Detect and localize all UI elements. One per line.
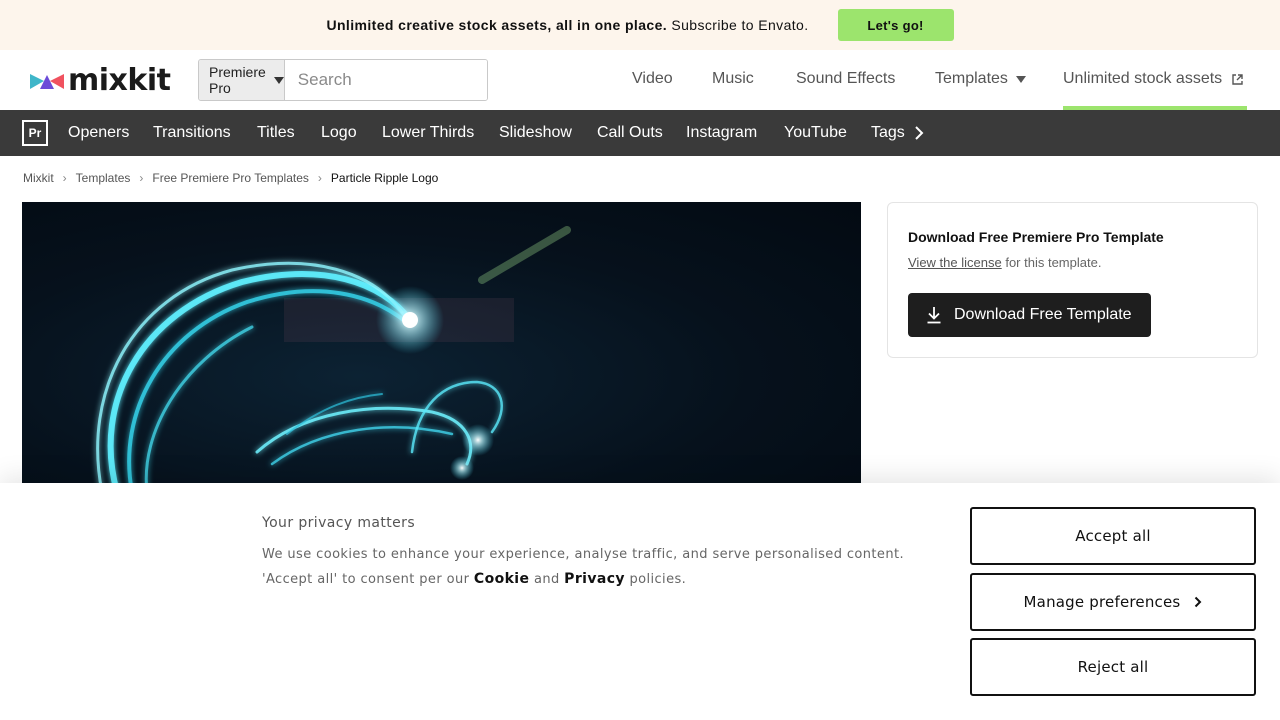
site-header: mixkit Premiere Pro Video Music Sound Ef… [0,50,1280,110]
download-card: Download Free Premiere Pro Template View… [887,202,1258,358]
promo-text: Unlimited creative stock assets, all in … [326,17,808,33]
nav-video[interactable]: Video [632,70,673,88]
category-bar: Pr Openers Transitions Titles Logo Lower… [0,110,1280,156]
view-license-link[interactable]: View the license [908,255,1002,270]
lets-go-button[interactable]: Let's go! [837,9,954,41]
category-instagram[interactable]: Instagram [686,124,757,142]
breadcrumb-mixkit[interactable]: Mixkit [23,171,54,185]
license-tail: for this template. [1005,255,1102,270]
search-bar: Premiere Pro [198,59,488,101]
cookie-banner: Your privacy matters We use cookies to e… [0,483,1280,720]
nav-music[interactable]: Music [712,70,754,88]
breadcrumb: Mixkit › Templates › Free Premiere Pro T… [23,171,438,185]
chevron-right-icon: › [317,171,322,185]
mixkit-logo-icon [30,74,64,89]
accept-all-button[interactable]: Accept all [970,507,1256,565]
chevron-right-icon[interactable] [913,124,925,142]
breadcrumb-templates[interactable]: Templates [76,171,131,185]
download-free-template-button[interactable]: Download Free Template [908,293,1151,337]
chevron-right-icon [1195,596,1202,608]
manage-preferences-label: Manage preferences [1023,593,1181,611]
category-transitions[interactable]: Transitions [153,124,231,142]
category-call-outs[interactable]: Call Outs [597,124,663,142]
external-link-icon [1232,73,1243,85]
particle-ripple-artwork [96,226,571,492]
category-logo[interactable]: Logo [321,124,357,142]
category-titles[interactable]: Titles [257,124,295,142]
premiere-pro-badge[interactable]: Pr [22,120,48,146]
promo-tail: Subscribe to Envato. [671,17,809,33]
chevron-right-icon: › [62,171,67,185]
chevron-right-icon: › [139,171,144,185]
mixkit-logo[interactable]: mixkit [30,63,171,98]
nav-unlimited-label: Unlimited stock assets [1063,70,1223,87]
manage-preferences-button[interactable]: Manage preferences [970,573,1256,631]
search-category-select[interactable]: Premiere Pro [199,60,285,100]
reject-all-button[interactable]: Reject all [970,638,1256,696]
license-text: View the license for this template. [908,255,1101,270]
search-category-label: Premiere Pro [209,64,266,96]
category-tags[interactable]: Tags [871,124,905,142]
download-card-title: Download Free Premiere Pro Template [908,229,1164,245]
cookie-title: Your privacy matters [262,515,416,531]
cookie-text-end: policies. [629,572,687,587]
breadcrumb-free-premiere-pro-templates[interactable]: Free Premiere Pro Templates [152,171,309,185]
search-input[interactable] [284,60,487,100]
privacy-policy-link[interactable]: Privacy [564,571,625,587]
nav-templates[interactable]: Templates [935,70,1026,88]
download-icon [927,307,941,324]
category-slideshow[interactable]: Slideshow [499,124,572,142]
cookie-text: We use cookies to enhance your experienc… [262,543,952,592]
category-lower-thirds[interactable]: Lower Thirds [382,124,474,142]
promo-headline: Unlimited creative stock assets, all in … [326,17,668,33]
caret-down-icon [273,76,284,84]
cookie-policy-link[interactable]: Cookie [474,571,530,587]
cookie-text-and: and [533,572,560,587]
breadcrumb-current: Particle Ripple Logo [330,171,439,185]
category-youtube[interactable]: YouTube [784,124,847,142]
download-button-label: Download Free Template [954,306,1132,323]
promo-banner: Unlimited creative stock assets, all in … [0,0,1280,50]
video-preview[interactable] [22,202,861,492]
category-openers[interactable]: Openers [68,124,129,142]
caret-down-icon [1015,75,1026,83]
nav-unlimited-stock-assets[interactable]: Unlimited stock assets [1063,70,1243,88]
logo-wordmark: mixkit [68,63,171,98]
nav-templates-label: Templates [935,70,1008,87]
nav-sound-effects[interactable]: Sound Effects [796,70,895,88]
